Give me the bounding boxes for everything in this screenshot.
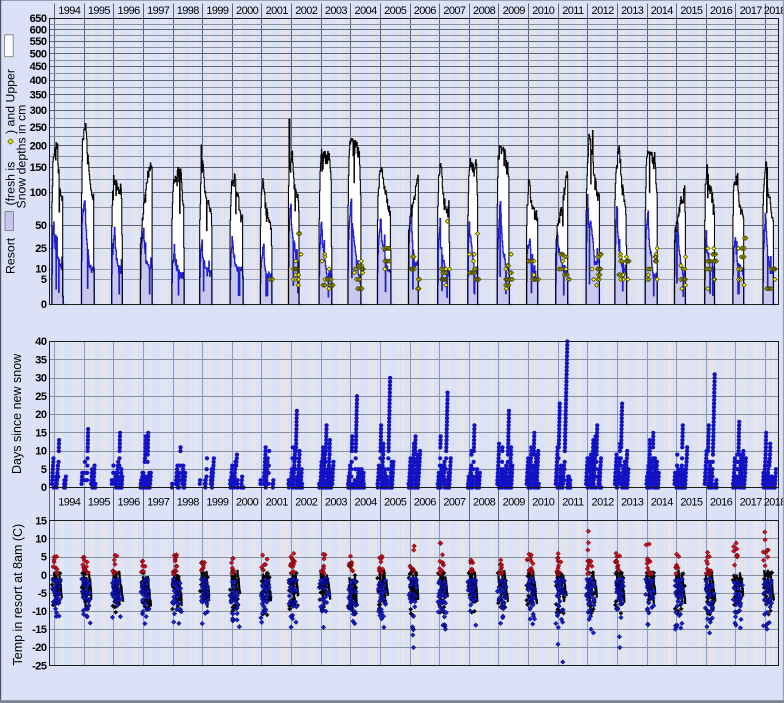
svg-text:1997: 1997 bbox=[147, 5, 170, 17]
svg-text:2012: 2012 bbox=[592, 497, 615, 509]
svg-text:Snow depths in cm: Snow depths in cm bbox=[15, 105, 29, 209]
svg-text:2018: 2018 bbox=[764, 5, 784, 17]
svg-text:2014: 2014 bbox=[651, 497, 674, 509]
svg-text:2016: 2016 bbox=[710, 5, 733, 17]
svg-text:2010: 2010 bbox=[532, 497, 555, 509]
svg-text:5: 5 bbox=[41, 274, 47, 286]
svg-text:1996: 1996 bbox=[118, 5, 141, 17]
svg-text:100: 100 bbox=[30, 187, 47, 199]
svg-text:2008: 2008 bbox=[473, 497, 496, 509]
svg-text:40: 40 bbox=[35, 336, 47, 348]
svg-text:1994: 1994 bbox=[58, 497, 81, 509]
svg-text:450: 450 bbox=[30, 61, 47, 73]
svg-text:-20: -20 bbox=[32, 642, 47, 654]
svg-text:400: 400 bbox=[30, 75, 47, 87]
svg-text:Resort: Resort bbox=[4, 237, 18, 274]
svg-text:5: 5 bbox=[41, 552, 47, 564]
svg-text:2011: 2011 bbox=[562, 5, 584, 17]
svg-text:35: 35 bbox=[35, 354, 47, 366]
svg-text:2014: 2014 bbox=[651, 5, 674, 17]
svg-text:50: 50 bbox=[35, 220, 47, 232]
svg-text:2006: 2006 bbox=[414, 5, 437, 17]
svg-text:1994: 1994 bbox=[58, 5, 81, 17]
svg-text:1998: 1998 bbox=[177, 5, 200, 17]
svg-text:Temp in resort at 8am (C): Temp in resort at 8am (C) bbox=[11, 524, 25, 666]
svg-text:15: 15 bbox=[35, 427, 47, 439]
svg-text:550: 550 bbox=[30, 36, 47, 48]
svg-text:1999: 1999 bbox=[206, 5, 229, 17]
svg-text:650: 650 bbox=[30, 13, 47, 25]
svg-text:2001: 2001 bbox=[266, 497, 289, 509]
svg-text:200: 200 bbox=[30, 141, 47, 153]
svg-text:2001: 2001 bbox=[266, 5, 289, 17]
svg-text:2016: 2016 bbox=[710, 497, 733, 509]
svg-text:2010: 2010 bbox=[532, 5, 555, 17]
svg-text:1995: 1995 bbox=[88, 497, 111, 509]
svg-text:2002: 2002 bbox=[295, 5, 318, 17]
svg-text:2003: 2003 bbox=[325, 497, 348, 509]
svg-text:2004: 2004 bbox=[355, 497, 378, 509]
svg-text:1998: 1998 bbox=[177, 497, 200, 509]
svg-text:250: 250 bbox=[30, 122, 47, 134]
svg-text:2000: 2000 bbox=[236, 497, 259, 509]
svg-text:150: 150 bbox=[30, 162, 47, 174]
svg-text:2012: 2012 bbox=[592, 5, 615, 17]
svg-text:2009: 2009 bbox=[503, 5, 526, 17]
svg-text:2004: 2004 bbox=[355, 5, 378, 17]
svg-text:2005: 2005 bbox=[384, 497, 407, 509]
svg-text:2000: 2000 bbox=[236, 5, 259, 17]
svg-text:2007: 2007 bbox=[443, 497, 466, 509]
svg-text:30: 30 bbox=[35, 373, 47, 385]
svg-text:25: 25 bbox=[35, 243, 47, 255]
svg-text:2017: 2017 bbox=[740, 497, 763, 509]
svg-text:2017: 2017 bbox=[740, 5, 763, 17]
svg-text:25: 25 bbox=[35, 391, 47, 403]
svg-text:2015: 2015 bbox=[680, 5, 703, 17]
svg-text:0: 0 bbox=[41, 570, 47, 582]
svg-text:2003: 2003 bbox=[325, 5, 348, 17]
svg-text:2008: 2008 bbox=[473, 5, 496, 17]
svg-text:2011: 2011 bbox=[562, 497, 584, 509]
svg-text:0: 0 bbox=[41, 482, 47, 494]
svg-text:-25: -25 bbox=[32, 660, 47, 672]
svg-text:5: 5 bbox=[41, 464, 47, 476]
svg-text:-15: -15 bbox=[32, 624, 47, 636]
svg-text:2015: 2015 bbox=[680, 497, 703, 509]
svg-text:2018: 2018 bbox=[764, 497, 784, 509]
svg-text:2013: 2013 bbox=[621, 5, 644, 17]
svg-text:10: 10 bbox=[35, 264, 47, 276]
svg-text:1996: 1996 bbox=[118, 497, 141, 509]
svg-text:2006: 2006 bbox=[414, 497, 437, 509]
svg-text:15: 15 bbox=[35, 516, 47, 528]
svg-text:1999: 1999 bbox=[206, 497, 229, 509]
svg-text:600: 600 bbox=[30, 24, 47, 36]
svg-text:2013: 2013 bbox=[621, 497, 644, 509]
svg-text:2002: 2002 bbox=[295, 497, 318, 509]
svg-text:Days since new snow: Days since new snow bbox=[10, 353, 24, 474]
svg-text:20: 20 bbox=[35, 409, 47, 421]
svg-text:2009: 2009 bbox=[503, 497, 526, 509]
svg-text:500: 500 bbox=[30, 48, 47, 60]
svg-text:1997: 1997 bbox=[147, 497, 170, 509]
svg-text:2007: 2007 bbox=[443, 5, 466, 17]
svg-text:0: 0 bbox=[41, 299, 47, 311]
svg-text:-5: -5 bbox=[38, 588, 47, 600]
svg-text:300: 300 bbox=[30, 105, 47, 117]
svg-text:350: 350 bbox=[30, 89, 47, 101]
svg-text:10: 10 bbox=[35, 534, 47, 546]
svg-text:1995: 1995 bbox=[88, 5, 111, 17]
svg-text:2005: 2005 bbox=[384, 5, 407, 17]
svg-text:-10: -10 bbox=[32, 606, 47, 618]
svg-text:10: 10 bbox=[35, 446, 47, 458]
